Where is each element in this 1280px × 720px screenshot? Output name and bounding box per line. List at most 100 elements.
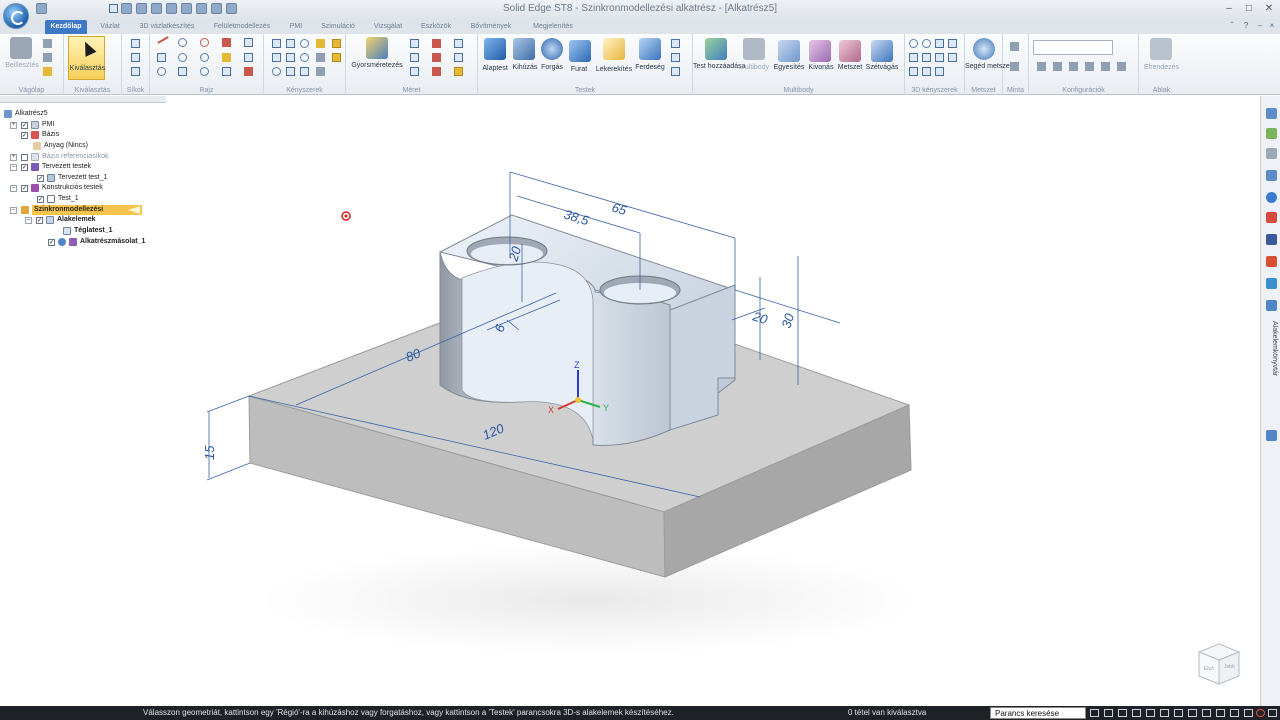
tree-item[interactable]: Téglatest_1	[63, 226, 113, 236]
parallel-icon[interactable]	[272, 53, 281, 62]
rectangle-icon[interactable]	[157, 53, 166, 62]
graphics-window[interactable]: 65 38,5 20 20 30 6 80 120 15 Z X Y	[168, 96, 1260, 706]
tree-item[interactable]: ✓ Bázis	[21, 130, 59, 140]
tree-item[interactable]: ✓ Test_1	[37, 194, 79, 204]
help-icon[interactable]: ?	[1241, 21, 1251, 31]
equal-radius-icon[interactable]	[948, 53, 957, 62]
collapse-icon[interactable]: –	[10, 163, 17, 171]
config-icon-2[interactable]	[1053, 62, 1062, 71]
tangent-3d-icon[interactable]	[909, 53, 918, 62]
collapse-icon[interactable]: –	[10, 184, 17, 192]
dim-30[interactable]: 30	[779, 311, 798, 330]
facebook-icon[interactable]	[1266, 234, 1277, 245]
multibody-icon[interactable]	[743, 38, 765, 60]
collapse-icon[interactable]: –	[10, 206, 17, 214]
config-icon-3[interactable]	[1069, 62, 1078, 71]
perpendicular-3d-icon[interactable]	[948, 39, 957, 48]
youtube-icon[interactable]	[1266, 212, 1277, 223]
line-icon[interactable]	[157, 36, 169, 44]
tree-item[interactable]: Alkatrész5	[4, 109, 48, 119]
parallel-3d-icon[interactable]	[935, 39, 944, 48]
offset-icon[interactable]	[244, 38, 253, 47]
perpendicular-icon[interactable]	[286, 53, 295, 62]
draft-icon[interactable]	[671, 39, 680, 48]
chamfer-icon[interactable]	[639, 38, 661, 60]
view-cube[interactable]: Első Jobb	[1195, 640, 1243, 688]
tree-item[interactable]: ✓ Tervezett test_1	[37, 173, 107, 183]
view-cube-front[interactable]: Első	[1204, 666, 1214, 672]
tree-checkbox[interactable]: ✓	[21, 184, 28, 192]
tab-pmi[interactable]: PMI	[285, 20, 307, 34]
pattern-icon[interactable]	[671, 67, 680, 76]
view-fit-icon[interactable]	[1104, 709, 1113, 717]
attach-dimension-icon[interactable]	[454, 53, 463, 62]
distance-icon[interactable]	[410, 39, 419, 48]
helper-section-icon[interactable]	[973, 38, 995, 60]
select-filter-icon[interactable]	[109, 4, 118, 13]
teamcenter-icon[interactable]	[1266, 170, 1277, 181]
dimension-style-icon[interactable]	[454, 67, 463, 76]
angle-icon[interactable]	[432, 39, 441, 48]
mirror-icon[interactable]	[244, 53, 253, 62]
cut-icon[interactable]	[43, 39, 52, 48]
circular-pattern-icon[interactable]	[1010, 62, 1019, 71]
horizontal-3d-icon[interactable]	[909, 67, 918, 76]
rigid-3d-icon[interactable]	[935, 67, 944, 76]
tab-simulation[interactable]: Szimuláció	[318, 20, 358, 34]
tab-tools[interactable]: Eszközök	[417, 20, 455, 34]
tree-checkbox[interactable]: ✓	[21, 131, 28, 139]
split-curve-icon[interactable]	[244, 67, 253, 76]
tree-checkbox[interactable]: ✓	[48, 238, 55, 246]
maintain-relationships-icon[interactable]	[332, 53, 341, 62]
trim-icon[interactable]	[222, 53, 231, 62]
layers-icon[interactable]	[1266, 108, 1277, 119]
tab-view[interactable]: Megjelenítés	[527, 20, 579, 34]
close-button[interactable]: ✕	[1262, 2, 1276, 16]
named-views-icon[interactable]	[1216, 709, 1225, 717]
grid-icon[interactable]	[1266, 148, 1277, 159]
tab-3d-sketch[interactable]: 3D vázlatkészítés	[135, 20, 199, 34]
union-icon[interactable]	[778, 40, 800, 62]
copy-icon[interactable]	[43, 53, 52, 62]
google-plus-icon[interactable]	[1266, 256, 1277, 267]
perspective-icon[interactable]	[1244, 709, 1253, 717]
polygon-icon[interactable]	[178, 67, 187, 76]
rectangular-pattern-icon[interactable]	[1010, 42, 1019, 51]
rigid-icon[interactable]	[300, 67, 309, 76]
view-styles-icon[interactable]	[1202, 709, 1211, 717]
rotate-icon[interactable]	[1160, 709, 1169, 717]
tree-item[interactable]: – ✓ Alakelemek	[25, 215, 96, 225]
expand-icon[interactable]: +	[10, 121, 17, 129]
configuration-dropdown[interactable]	[1033, 40, 1113, 55]
pan-icon[interactable]	[1146, 709, 1155, 717]
view-cube-right[interactable]: Jobb	[1224, 664, 1235, 670]
format-painter-icon[interactable]	[43, 67, 52, 76]
dim-20-b[interactable]: 20	[750, 308, 770, 327]
tab-addins[interactable]: Bővítmények	[467, 20, 515, 34]
thin-wall-icon[interactable]	[671, 53, 680, 62]
symmetric-icon[interactable]	[286, 67, 295, 76]
tree-item[interactable]: + ✓ PMI	[10, 120, 54, 130]
zoom-icon[interactable]	[1132, 709, 1141, 717]
concentric-icon[interactable]	[300, 39, 309, 48]
plane-icon[interactable]	[131, 39, 140, 48]
command-finder-input[interactable]: Parancs keresése	[990, 707, 1086, 719]
dim-65[interactable]: 65	[610, 200, 629, 219]
chamfer-dimension-icon[interactable]	[432, 67, 441, 76]
add-body-icon[interactable]	[705, 38, 727, 60]
extend-icon[interactable]	[222, 67, 231, 76]
tree-checkbox[interactable]: ✓	[36, 216, 43, 224]
minimize-button[interactable]: –	[1222, 2, 1236, 16]
tab-inspect[interactable]: Vizsgálat	[369, 20, 407, 34]
tree-checkbox[interactable]: ✓	[21, 163, 28, 171]
tree-item[interactable]: ✓ Alkatrészmásolat_1	[48, 237, 145, 247]
twitter-icon[interactable]	[1266, 278, 1277, 289]
tree-checkbox[interactable]: ✓	[37, 174, 44, 182]
shaded-icon[interactable]	[1188, 709, 1197, 717]
ground-icon[interactable]	[922, 67, 931, 76]
circle-icon[interactable]	[178, 53, 187, 62]
part-model[interactable]: 65 38,5 20 20 30 6 80 120 15 Z X Y	[168, 96, 1260, 706]
coordinate-icon[interactable]	[454, 39, 463, 48]
maximize-button[interactable]: □	[1242, 2, 1256, 16]
plane-normal-icon[interactable]	[131, 53, 140, 62]
